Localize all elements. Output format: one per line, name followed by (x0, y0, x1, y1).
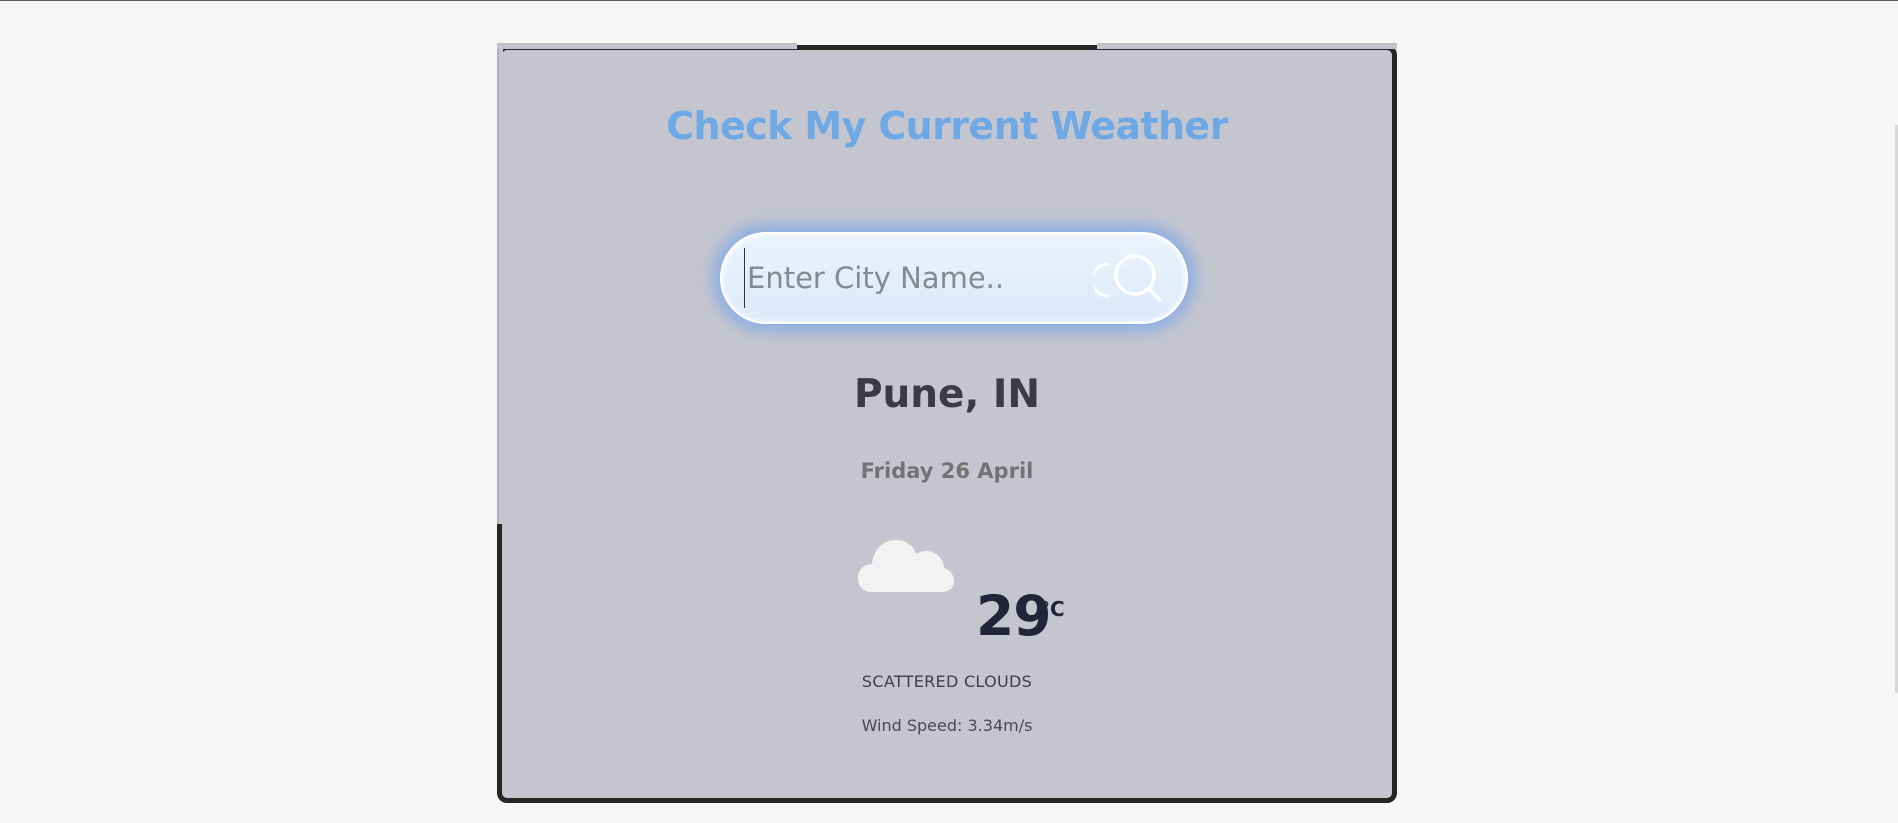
search-icon (1114, 254, 1162, 302)
wind-speed: Wind Speed: 3.34m/s (861, 716, 1033, 735)
page-title: Check My Current Weather (666, 104, 1228, 148)
search-button[interactable] (1108, 248, 1168, 308)
temperature-unit: °C (1040, 597, 1065, 621)
cloud-icon (858, 540, 954, 592)
city-name: Pune, IN (853, 372, 1041, 417)
card-top-edge-left (497, 43, 797, 49)
search-bar (720, 232, 1188, 324)
weather-condition: SCATTERED CLOUDS (861, 672, 1033, 691)
current-date: Friday 26 April (860, 459, 1034, 483)
card-top-edge-right (1097, 43, 1397, 49)
city-search-input[interactable] (744, 248, 1087, 308)
top-border-line (0, 0, 1898, 1)
